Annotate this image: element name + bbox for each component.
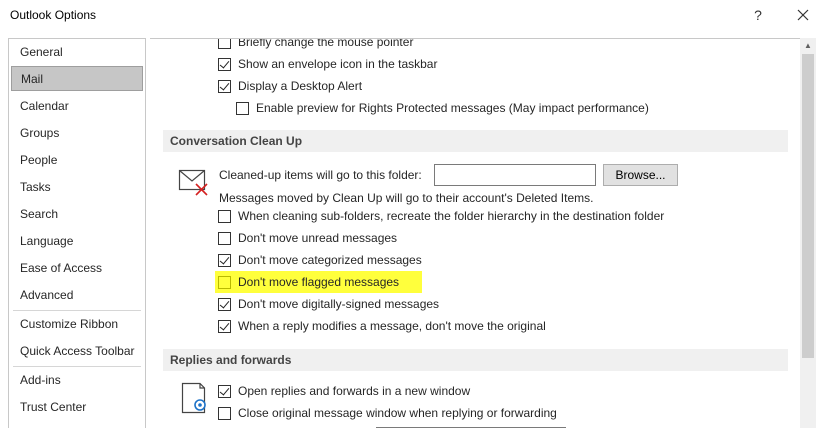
nav-item-tasks[interactable]: Tasks xyxy=(11,175,143,200)
option-close-original-window[interactable]: Close original message window when reply… xyxy=(218,403,557,423)
cleanup-folder-input[interactable] xyxy=(434,164,596,186)
browse-button[interactable]: Browse... xyxy=(603,164,678,186)
checkbox[interactable] xyxy=(218,319,231,333)
title-bar: Outlook Options ? xyxy=(0,0,816,32)
nav-item-customize-ribbon[interactable]: Customize Ribbon xyxy=(11,312,143,337)
mail-options-pane: Briefly change the mouse pointer Show an… xyxy=(150,38,800,428)
checkbox[interactable] xyxy=(218,406,231,420)
options-nav: General Mail Calendar Groups People Task… xyxy=(8,38,146,428)
nav-item-advanced[interactable]: Advanced xyxy=(11,283,143,308)
section-header-conversation-cleanup: Conversation Clean Up xyxy=(163,130,788,152)
nav-divider xyxy=(13,366,141,367)
option-open-in-new-window[interactable]: Open replies and forwards in a new windo… xyxy=(218,381,470,401)
nav-item-people[interactable]: People xyxy=(11,148,143,173)
nav-divider xyxy=(13,310,141,311)
close-button[interactable] xyxy=(792,4,814,26)
checkbox[interactable] xyxy=(218,39,231,49)
nav-item-quick-access-toolbar[interactable]: Quick Access Toolbar xyxy=(11,339,143,364)
checkbox[interactable] xyxy=(218,275,231,289)
checkbox[interactable] xyxy=(218,253,231,267)
checkbox[interactable] xyxy=(218,297,231,311)
nav-item-calendar[interactable]: Calendar xyxy=(11,94,143,119)
nav-item-search[interactable]: Search xyxy=(11,202,143,227)
window-title: Outlook Options xyxy=(10,8,97,22)
cleanup-folder-label: Cleaned-up items will go to this folder: xyxy=(219,168,422,182)
option-recreate-folder-hierarchy[interactable]: When cleaning sub-folders, recreate the … xyxy=(218,206,664,226)
nav-item-ease-of-access[interactable]: Ease of Access xyxy=(11,256,143,281)
scroll-up-arrow-icon[interactable]: ▲ xyxy=(800,38,816,54)
section-header-replies-forwards: Replies and forwards xyxy=(163,349,788,371)
checkbox[interactable] xyxy=(218,57,231,71)
checkbox[interactable] xyxy=(218,79,231,93)
option-dont-move-signed[interactable]: Don't move digitally-signed messages xyxy=(218,294,439,314)
help-button[interactable]: ? xyxy=(748,5,768,25)
nav-item-general[interactable]: General xyxy=(11,40,143,65)
checkbox[interactable] xyxy=(218,384,231,398)
scroll-thumb[interactable] xyxy=(802,54,814,358)
option-change-mouse-pointer[interactable]: Briefly change the mouse pointer xyxy=(218,39,413,52)
nav-item-groups[interactable]: Groups xyxy=(11,121,143,146)
checkbox[interactable] xyxy=(236,101,249,115)
nav-item-add-ins[interactable]: Add-ins xyxy=(11,368,143,393)
option-dont-move-categorized[interactable]: Don't move categorized messages xyxy=(218,250,422,270)
option-reply-modifies-original[interactable]: When a reply modifies a message, don't m… xyxy=(218,316,546,336)
option-dont-move-unread[interactable]: Don't move unread messages xyxy=(218,228,397,248)
checkbox[interactable] xyxy=(218,209,231,223)
option-desktop-alert[interactable]: Display a Desktop Alert xyxy=(218,76,362,96)
option-envelope-icon-taskbar[interactable]: Show an envelope icon in the taskbar xyxy=(218,54,437,74)
reply-settings-icon xyxy=(181,382,206,414)
nav-item-mail[interactable]: Mail xyxy=(11,66,143,91)
mail-cleanup-icon xyxy=(178,169,208,196)
nav-item-language[interactable]: Language xyxy=(11,229,143,254)
cleanup-moved-note: Messages moved by Clean Up will go to th… xyxy=(219,191,594,205)
close-icon xyxy=(797,9,809,21)
option-dont-move-flagged[interactable]: Don't move flagged messages xyxy=(218,272,399,292)
checkbox[interactable] xyxy=(218,231,231,245)
nav-item-trust-center[interactable]: Trust Center xyxy=(11,395,143,420)
option-rights-protected-preview[interactable]: Enable preview for Rights Protected mess… xyxy=(236,98,649,118)
options-scrollbar[interactable]: ▲ xyxy=(800,38,816,428)
